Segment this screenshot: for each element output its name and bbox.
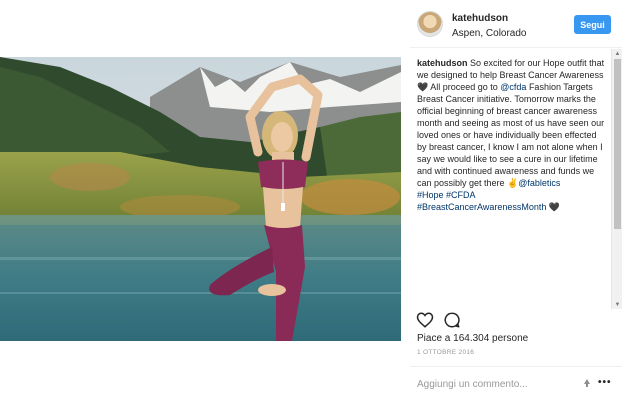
comment-icon[interactable] [443, 311, 461, 329]
likes-count[interactable]: Piace a 164.304 persone [417, 333, 528, 344]
hashtag-breast-cancer-awareness-month[interactable]: #BreastCancerAwarenessMonth [417, 202, 546, 212]
caption-text-2: All proceed go to [428, 82, 501, 92]
black-heart-emoji-2: 🖤 [548, 202, 561, 212]
victory-hand-emoji: ✌ [507, 178, 519, 188]
scroll-up-icon[interactable]: ▲ [612, 49, 622, 58]
mention-fabletics[interactable]: @fabletics [518, 178, 560, 188]
caption: katehudson So excited for our Hope outfi… [410, 49, 611, 309]
hashtag-cfda[interactable]: #CFDA [446, 190, 476, 200]
mention-cfda[interactable]: @cfda [500, 82, 526, 92]
black-heart-emoji: 🖤 [417, 82, 429, 92]
yoga-lake-photo [0, 57, 401, 341]
post-username[interactable]: katehudson [452, 13, 508, 24]
heart-icon[interactable] [416, 311, 434, 329]
emoji-icon[interactable] [582, 378, 592, 388]
post-photo[interactable] [0, 57, 401, 341]
follow-button[interactable]: Segui [574, 15, 611, 34]
post-date: 1 OTTOBRE 2016 [417, 349, 475, 356]
post-panel: katehudson Aspen, Colorado Segui katehud… [410, 0, 622, 400]
hashtag-hope[interactable]: #Hope [417, 190, 444, 200]
post-header: katehudson Aspen, Colorado Segui [410, 0, 622, 48]
avatar[interactable] [417, 11, 443, 37]
post-location[interactable]: Aspen, Colorado [452, 28, 527, 39]
post-actions [416, 311, 476, 331]
scroll-down-icon[interactable]: ▼ [612, 300, 622, 309]
caption-username[interactable]: katehudson [417, 58, 468, 68]
caption-scrollbar[interactable]: ▲ ▼ [611, 49, 622, 309]
comment-area: ••• [410, 366, 622, 400]
comment-input[interactable] [417, 377, 567, 391]
scroll-thumb[interactable] [614, 59, 621, 229]
caption-text-3: Fashion Targets Breast Cancer initiative… [417, 82, 605, 188]
more-options-icon[interactable]: ••• [598, 377, 612, 388]
likes-text: Piace a 164.304 persone [417, 333, 529, 344]
